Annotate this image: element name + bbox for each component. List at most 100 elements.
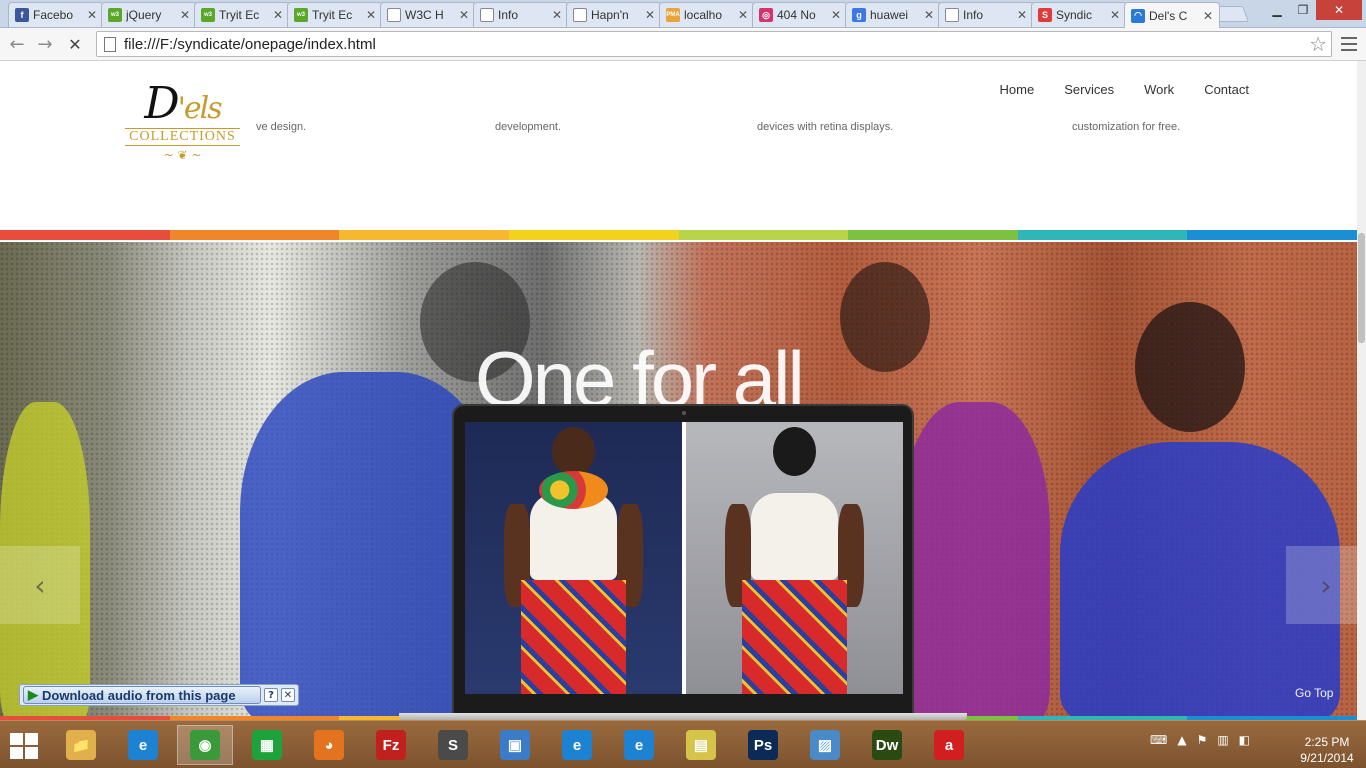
chrome-menu-icon[interactable]	[1340, 35, 1358, 53]
tab-close-icon[interactable]: ✕	[87, 8, 97, 22]
tab-close-icon[interactable]: ✕	[645, 8, 655, 22]
close-icon[interactable]: ✕	[281, 688, 295, 702]
tab-title: Info	[963, 8, 984, 22]
browser-tab[interactable]: ◠ Del's C ✕	[1124, 2, 1220, 28]
browser-tab[interactable]: W3C H ✕	[380, 2, 476, 27]
scrollbar-thumb[interactable]	[1358, 233, 1365, 343]
address-url[interactable]: file:///F:/syndicate/onepage/index.html	[124, 36, 1309, 53]
tab-close-icon[interactable]: ✕	[1017, 8, 1027, 22]
photoshop-icon[interactable]: Ps	[735, 725, 791, 765]
browser-tab[interactable]: S Syndic ✕	[1031, 2, 1127, 27]
nav-contact[interactable]: Contact	[1204, 82, 1249, 97]
chrome-icon-glyph: ◉	[190, 730, 220, 760]
figure-head	[1135, 302, 1245, 432]
taskbar: ⌨ ▲ ⚑ ▥ ◧ 2:25 PM 9/21/2014 📁 e ◉ ▦ ◕ Fz S ▣ e e ▤…	[0, 720, 1366, 768]
browser-tab[interactable]: f Facebo ✕	[8, 2, 104, 27]
help-icon[interactable]: ?	[264, 688, 278, 702]
tab-title: Hapn'n	[591, 8, 629, 22]
tab-close-icon[interactable]: ✕	[366, 8, 376, 22]
instagram-icon: ◎	[759, 8, 773, 22]
slider-prev-button[interactable]: ‹	[0, 546, 80, 624]
browser-tab[interactable]: Info ✕	[938, 2, 1034, 27]
stripe-segment	[508, 230, 679, 240]
stripe-segment	[678, 230, 849, 240]
action-center-flag-icon[interactable]: ⚑	[1197, 733, 1208, 747]
tab-close-icon[interactable]: ✕	[924, 8, 934, 22]
start-button[interactable]	[10, 733, 38, 759]
download-audio-button[interactable]: ▶ Download audio from this page	[23, 686, 261, 704]
internet-explorer-icon[interactable]: e	[115, 725, 171, 765]
stripe-segment	[848, 230, 1018, 240]
nav-work[interactable]: Work	[1144, 82, 1174, 97]
browser-tab[interactable]: w3 Tryit Ec ✕	[287, 2, 383, 27]
site-logo[interactable]: D'els COLLECTIONS ~ ❦ ~	[109, 69, 256, 175]
internet-explorer-icon-3[interactable]: e	[611, 725, 667, 765]
tab-strip: ▁ ❐ ✕ f Facebo ✕ w3 jQuery ✕ w3 Tryit Ec ✕ w3 Tryi…	[0, 0, 1366, 28]
tab-close-icon[interactable]: ✕	[738, 8, 748, 22]
slider-next-button[interactable]: ›	[1286, 546, 1357, 624]
volume-icon[interactable]: ◧	[1239, 733, 1250, 747]
tab-close-icon[interactable]: ✕	[1203, 9, 1213, 23]
tab-close-icon[interactable]: ✕	[273, 8, 283, 22]
address-bar[interactable]: file:///F:/syndicate/onepage/index.html …	[96, 31, 1332, 57]
taskbar-clock[interactable]: 2:25 PM 9/21/2014	[1292, 734, 1362, 766]
model-photo-back	[686, 422, 903, 694]
sublime-icon[interactable]: S	[425, 725, 481, 765]
main-nav: Home Services Work Contact	[1000, 82, 1249, 97]
nav-services[interactable]: Services	[1064, 82, 1114, 97]
logo-flourish: ~ ❦ ~	[163, 148, 202, 162]
feature-text: customization for free.	[1072, 121, 1181, 133]
tab-close-icon[interactable]: ✕	[459, 8, 469, 22]
filezilla-icon[interactable]: Fz	[363, 725, 419, 765]
browser-tab[interactable]: w3 jQuery ✕	[101, 2, 197, 27]
tab-close-icon[interactable]: ✕	[552, 8, 562, 22]
file-explorer-icon[interactable]: 📁	[53, 725, 109, 765]
loading-icon: ◠	[1131, 8, 1145, 23]
internet-explorer-icon-3-glyph: e	[624, 730, 654, 760]
feature-text: ve design.	[256, 121, 307, 133]
maximize-icon[interactable]: ❐	[1290, 0, 1316, 20]
nav-home[interactable]: Home	[1000, 82, 1035, 97]
filezilla-icon-glyph: Fz	[376, 730, 406, 760]
airtel-icon[interactable]: a	[921, 725, 977, 765]
browser-tab[interactable]: Info ✕	[473, 2, 569, 27]
back-icon[interactable]: ←	[6, 33, 28, 55]
tab-close-icon[interactable]: ✕	[1110, 8, 1120, 22]
stripe-segment	[0, 230, 170, 240]
laptop-screen	[465, 422, 903, 694]
dreamweaver-icon[interactable]: Dw	[859, 725, 915, 765]
w3-icon: w3	[201, 8, 215, 22]
page-scrollbar[interactable]	[1357, 61, 1366, 720]
photo-viewer-icon[interactable]: ▨	[797, 725, 853, 765]
browser-tab[interactable]: Hapn'n ✕	[566, 2, 662, 27]
go-top-link[interactable]: Go Top	[1295, 686, 1333, 700]
tab-title: Tryit Ec	[312, 8, 353, 22]
firefox-icon[interactable]: ◕	[301, 725, 357, 765]
close-window-icon[interactable]: ✕	[1316, 0, 1362, 20]
bookmark-star-icon[interactable]: ☆	[1309, 32, 1327, 56]
tab-close-icon[interactable]: ✕	[831, 8, 841, 22]
page-icon	[104, 36, 116, 52]
laptop-mockup	[399, 404, 967, 720]
sticky-notes-icon[interactable]: ▤	[673, 725, 729, 765]
remote-desktop-icon[interactable]: ▣	[487, 725, 543, 765]
forward-icon[interactable]: →	[34, 33, 56, 55]
browser-tab[interactable]: ◎ 404 No ✕	[752, 2, 848, 27]
store-icon[interactable]: ▦	[239, 725, 295, 765]
page-icon	[945, 8, 959, 22]
internet-explorer-icon-2[interactable]: e	[549, 725, 605, 765]
tab-title: W3C H	[405, 8, 444, 22]
browser-tab[interactable]: g huawei ✕	[845, 2, 941, 27]
network-icon[interactable]: ▥	[1217, 733, 1228, 747]
browser-tab[interactable]: w3 Tryit Ec ✕	[194, 2, 290, 27]
keyboard-icon[interactable]: ⌨	[1150, 733, 1167, 747]
sticky-notes-icon-glyph: ▤	[686, 730, 716, 760]
tab-title: huawei	[870, 8, 909, 22]
show-hidden-icons[interactable]: ▲	[1177, 733, 1186, 747]
minimize-icon[interactable]: ▁	[1264, 0, 1290, 20]
file-explorer-icon-glyph: 📁	[66, 730, 96, 760]
stop-loading-icon[interactable]: ✕	[64, 33, 86, 55]
tab-close-icon[interactable]: ✕	[180, 8, 190, 22]
browser-tab[interactable]: PMA localho ✕	[659, 2, 755, 27]
chrome-icon[interactable]: ◉	[177, 725, 233, 765]
